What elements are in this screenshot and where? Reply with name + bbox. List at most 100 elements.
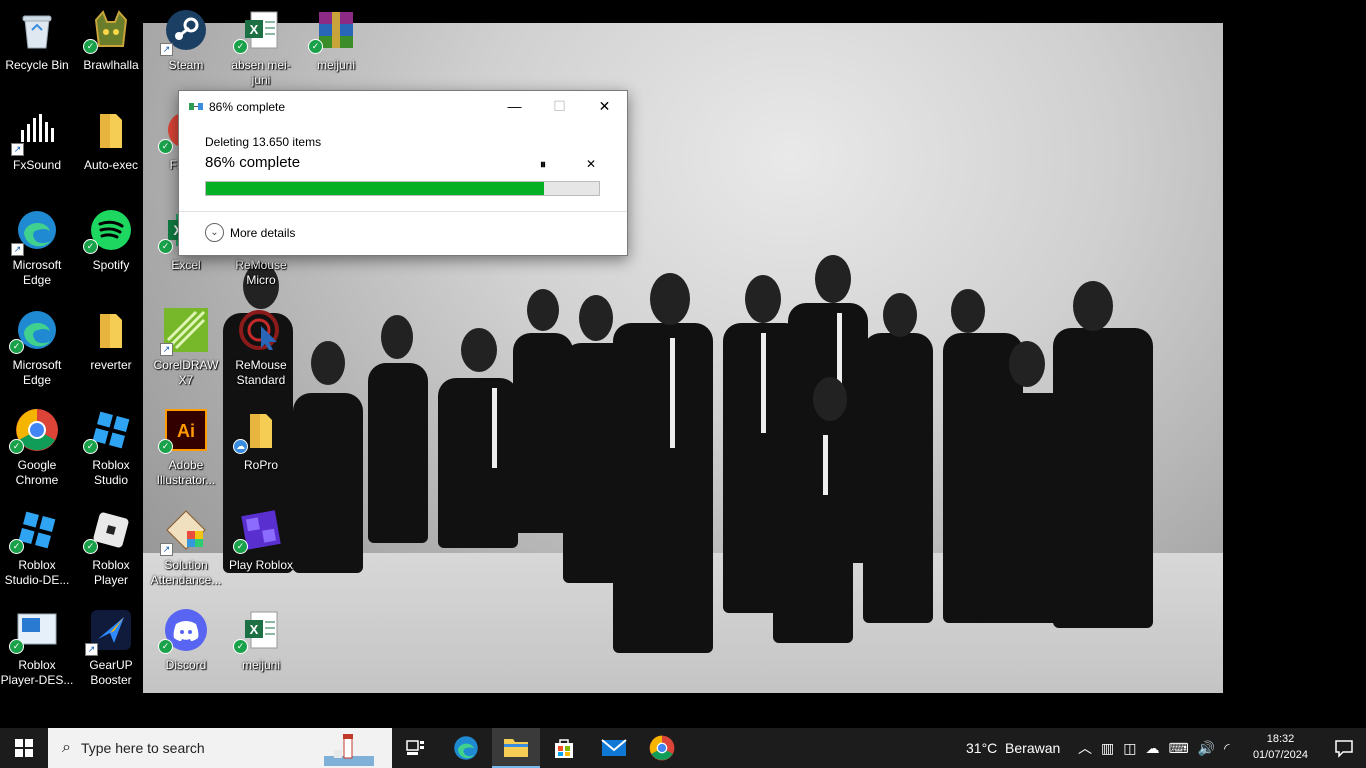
shortcut-arrow-icon: ↗ [11, 143, 24, 156]
mail-icon [601, 739, 627, 756]
taskbar: ⌕ Type here to search 31°C Berawan ︿ ▥ ◫… [0, 728, 1366, 768]
spotify-icon: ✓ [83, 208, 133, 254]
play-roblox-icon: ✓ [233, 508, 283, 554]
taskbar-search-box[interactable]: ⌕ Type here to search [48, 728, 392, 768]
taskbar-edge[interactable] [442, 728, 490, 768]
more-details-toggle[interactable]: ⌄ More details [205, 223, 295, 242]
desktop-icon-roblox-studio[interactable]: ✓ Roblox Studio [74, 408, 148, 488]
dialog-divider [179, 211, 627, 212]
desktop-icon-discord[interactable]: ✓ Discord [149, 608, 223, 673]
chevron-up-icon[interactable]: ︿ [1078, 738, 1092, 758]
microsoft-store-icon [555, 739, 573, 758]
folder-icon: ☁ [233, 408, 283, 454]
cancel-button[interactable]: ✕ [586, 157, 596, 171]
desktop-icon-roblox-player[interactable]: ✓ Roblox Player [74, 508, 148, 588]
synced-check-icon: ✓ [9, 339, 24, 354]
maximize-button[interactable]: ☐ [537, 91, 582, 121]
progress-bar-fill [206, 182, 544, 195]
desktop-icon-auto-exec[interactable]: Auto-exec [74, 108, 148, 173]
notification-center-button[interactable] [1334, 738, 1354, 758]
svg-text:Ai: Ai [177, 421, 195, 441]
windows-logo-icon [15, 739, 33, 757]
roblox-studio-icon: ✓ [83, 408, 133, 454]
weather-text: 31°C Berawan [966, 740, 1061, 756]
synced-check-icon: ✓ [233, 539, 248, 554]
desktop-icon-remouse-standard[interactable]: ReMouse Standard [224, 308, 298, 388]
weather-widget[interactable]: 31°C Berawan [966, 728, 1060, 768]
desktop-icon-solution-attendance[interactable]: ↗ Solution Attendance... [149, 508, 223, 588]
edge-icon: ✓ [9, 308, 59, 354]
desktop-icon-spotify[interactable]: ✓ Spotify [74, 208, 148, 273]
volume-icon[interactable]: 🔊 [1198, 740, 1215, 757]
task-view-button[interactable] [392, 728, 440, 768]
synced-check-icon: ✓ [158, 439, 173, 454]
minimize-button[interactable]: — [492, 91, 537, 121]
chevron-down-icon: ⌄ [205, 223, 224, 242]
svg-text:X: X [250, 22, 259, 37]
steam-icon: ↗ [160, 8, 208, 56]
language-icon[interactable]: ⌨ [1168, 740, 1188, 757]
folder-icon [89, 108, 133, 152]
desktop-icon-coreldraw[interactable]: ↗ CorelDRAW X7 [149, 308, 223, 388]
start-button[interactable] [0, 728, 48, 768]
shortcut-arrow-icon: ↗ [160, 43, 173, 56]
desktop-icon-microsoft-edge-2[interactable]: ✓ Microsoft Edge [0, 308, 74, 388]
desktop-icon-steam[interactable]: ↗ Steam [149, 8, 223, 73]
recycle-bin-icon [15, 8, 59, 52]
desktop-icon-adobe-illustrator[interactable]: Ai ✓ Adobe Illustrator... [149, 408, 223, 488]
synced-check-icon: ✓ [308, 39, 323, 54]
desktop-icon-absen-mei-juni[interactable]: X ✓ absen mei-juni [224, 8, 298, 88]
desktop-icon-roblox-studio-dev[interactable]: ✓ Roblox Studio-DE... [0, 508, 74, 588]
taskbar-clock[interactable]: 18:32 01/07/2024 [1253, 731, 1308, 763]
close-button[interactable]: ✕ [582, 91, 627, 121]
taskbar-file-explorer[interactable] [492, 728, 540, 768]
search-icon: ⌕ [62, 739, 71, 756]
synced-check-icon: ✓ [9, 639, 24, 654]
onedrive-icon[interactable]: ☁ [1145, 740, 1159, 757]
folder-icon [89, 308, 133, 352]
more-details-label: More details [230, 225, 296, 240]
desktop-icon-play-roblox[interactable]: ✓ Play Roblox [224, 508, 298, 573]
progress-bar [205, 181, 600, 196]
desktop-icon-fxsound[interactable]: ↗ FxSound [0, 108, 74, 173]
taskbar-chrome[interactable] [638, 728, 686, 768]
synced-check-icon: ✓ [83, 439, 98, 454]
synced-check-icon: ✓ [83, 39, 98, 54]
desktop-icon-brawlhalla[interactable]: ✓ Brawlhalla [74, 8, 148, 73]
desktop-icon-ropro[interactable]: ☁ RoPro [224, 408, 298, 473]
taskbar-microsoft-store[interactable] [540, 728, 588, 768]
pause-button[interactable]: ⏸ [540, 157, 546, 172]
desktop-icon-meijuni-excel[interactable]: X ✓ meijuni [224, 608, 298, 673]
synced-check-icon: ✓ [233, 39, 248, 54]
search-placeholder: Type here to search [80, 740, 205, 756]
desktop-icon-reverter[interactable]: reverter [74, 308, 148, 373]
desktop-icon-recycle-bin[interactable]: Recycle Bin [0, 8, 74, 73]
desktop: Recycle Bin ✓ Brawlhalla ↗ Steam X ✓ abs… [0, 0, 1366, 728]
excel-file-icon: X ✓ [233, 8, 283, 54]
roblox-studio-icon: ✓ [9, 508, 59, 554]
coreldraw-icon: ↗ [160, 308, 208, 356]
file-explorer-icon [504, 739, 528, 757]
desktop-icon-google-chrome[interactable]: ✓ Google Chrome [0, 408, 74, 488]
shortcut-arrow-icon: ↗ [11, 243, 24, 256]
desktop-icon-microsoft-edge[interactable]: ↗ Microsoft Edge [0, 208, 74, 288]
gearup-icon: ↗ [85, 608, 133, 656]
roblox-player-icon: ✓ [83, 508, 133, 554]
date-text: 01/07/2024 [1252, 749, 1308, 761]
taskbar-mail[interactable] [590, 728, 638, 768]
brawlhalla-icon: ✓ [83, 8, 133, 54]
illustrator-icon: Ai ✓ [158, 408, 208, 454]
excel-file-icon: X ✓ [233, 608, 283, 654]
roblox-player-icon: ✓ [9, 608, 59, 654]
desktop-icon-gearup-booster[interactable]: ↗ GearUP Booster [74, 608, 148, 688]
camera-tray-icon[interactable]: ◫ [1123, 740, 1136, 757]
notification-icon [1335, 740, 1353, 758]
fxsound-tray-icon[interactable]: ▥ [1101, 740, 1114, 757]
desktop-icon-meijuni-rar[interactable]: ✓ meijuni [299, 8, 373, 73]
desktop-icon-roblox-player-dev[interactable]: ✓ Roblox Player-DES... [0, 608, 74, 688]
file-operation-icon [189, 103, 203, 110]
synced-check-icon: ✓ [233, 639, 248, 654]
dialog-titlebar[interactable]: 86% complete — ☐ ✕ [179, 91, 627, 121]
remouse-icon [239, 308, 283, 352]
wifi-icon[interactable]: ◜ [1224, 740, 1229, 757]
